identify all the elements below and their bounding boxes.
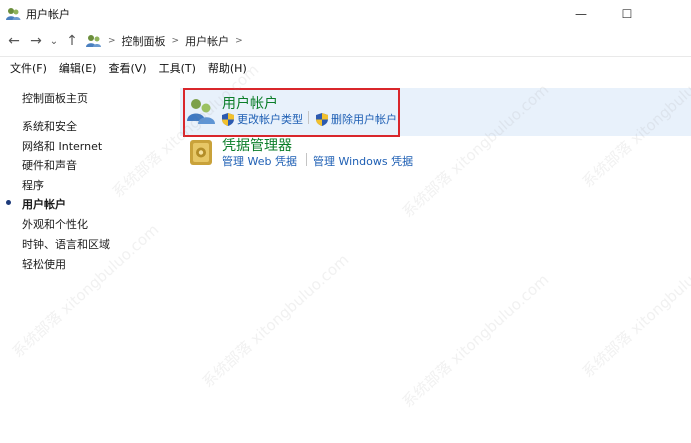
menu-view[interactable]: 查看(V) xyxy=(102,60,152,76)
manage-web-credentials-link[interactable]: 管理 Web 凭据 xyxy=(222,153,297,169)
recent-locations-button[interactable]: ⌄ xyxy=(47,30,61,52)
sidebar-item-clock-region[interactable]: 时钟、语言和区域 xyxy=(22,236,110,252)
link-divider xyxy=(306,153,307,166)
window-title: 用户帐户 xyxy=(26,8,70,21)
menu-tools[interactable]: 工具(T) xyxy=(153,60,202,76)
sidebar-item-ease-of-access[interactable]: 轻松使用 xyxy=(22,256,66,272)
credential-manager-heading[interactable]: 凭据管理器 xyxy=(222,135,292,155)
title-bar: 用户帐户 — ☐ xyxy=(0,0,691,28)
back-arrow-icon: ← xyxy=(8,33,20,49)
credential-vault-icon xyxy=(190,140,212,165)
maximize-button[interactable]: ☐ xyxy=(604,0,650,28)
address-bar[interactable]: > 控制面板 > 用户帐户 > xyxy=(86,31,691,51)
breadcrumb-separator: > xyxy=(171,36,180,46)
sidebar-item-hardware-sound[interactable]: 硬件和声音 xyxy=(22,157,77,173)
forward-arrow-icon: → xyxy=(30,33,42,49)
sidebar-item-network-internet[interactable]: 网络和 Internet xyxy=(22,138,102,154)
sidebar-item-system-security[interactable]: 系统和安全 xyxy=(22,118,77,134)
sidebar-home-link[interactable]: 控制面板主页 xyxy=(22,90,88,106)
menu-file[interactable]: 文件(F) xyxy=(4,60,53,76)
watermark-text: 系统部落 xitongbuluo.com xyxy=(198,250,353,392)
menu-edit[interactable]: 编辑(E) xyxy=(53,60,103,76)
up-arrow-icon: ↑ xyxy=(66,33,78,49)
sidebar-item-programs[interactable]: 程序 xyxy=(22,177,44,193)
breadcrumb-control-panel[interactable]: 控制面板 xyxy=(122,33,166,49)
up-button[interactable]: ↑ xyxy=(61,30,83,52)
user-accounts-icon xyxy=(6,8,21,20)
forward-button[interactable]: → xyxy=(25,30,47,52)
active-bullet-icon xyxy=(6,200,11,205)
manage-windows-credentials-link[interactable]: 管理 Windows 凭据 xyxy=(313,153,413,169)
maximize-icon: ☐ xyxy=(621,7,633,21)
menu-bar: 文件(F) 编辑(E) 查看(V) 工具(T) 帮助(H) xyxy=(0,56,691,78)
navigation-bar: ← → ⌄ ↑ > 控制面板 > 用户帐户 > xyxy=(0,28,691,54)
breadcrumb-user-accounts[interactable]: 用户帐户 xyxy=(185,33,229,49)
minimize-button[interactable]: — xyxy=(558,0,604,28)
sidebar-item-appearance[interactable]: 外观和个性化 xyxy=(22,216,88,232)
annotation-highlight-box xyxy=(183,88,400,137)
breadcrumb-separator[interactable]: > xyxy=(235,36,243,46)
watermark-text: 系统部落 xitongbuluo.com xyxy=(398,270,553,412)
sidebar-item-user-accounts[interactable]: 用户帐户 xyxy=(22,196,66,212)
user-accounts-icon xyxy=(86,35,101,47)
menu-help[interactable]: 帮助(H) xyxy=(202,60,253,76)
back-button[interactable]: ← xyxy=(3,30,25,52)
watermark-text: 系统部落 xitongbuluo.com xyxy=(578,240,691,382)
minimize-icon: — xyxy=(575,7,587,21)
chevron-down-icon: ⌄ xyxy=(49,35,59,47)
breadcrumb-separator: > xyxy=(108,36,116,46)
